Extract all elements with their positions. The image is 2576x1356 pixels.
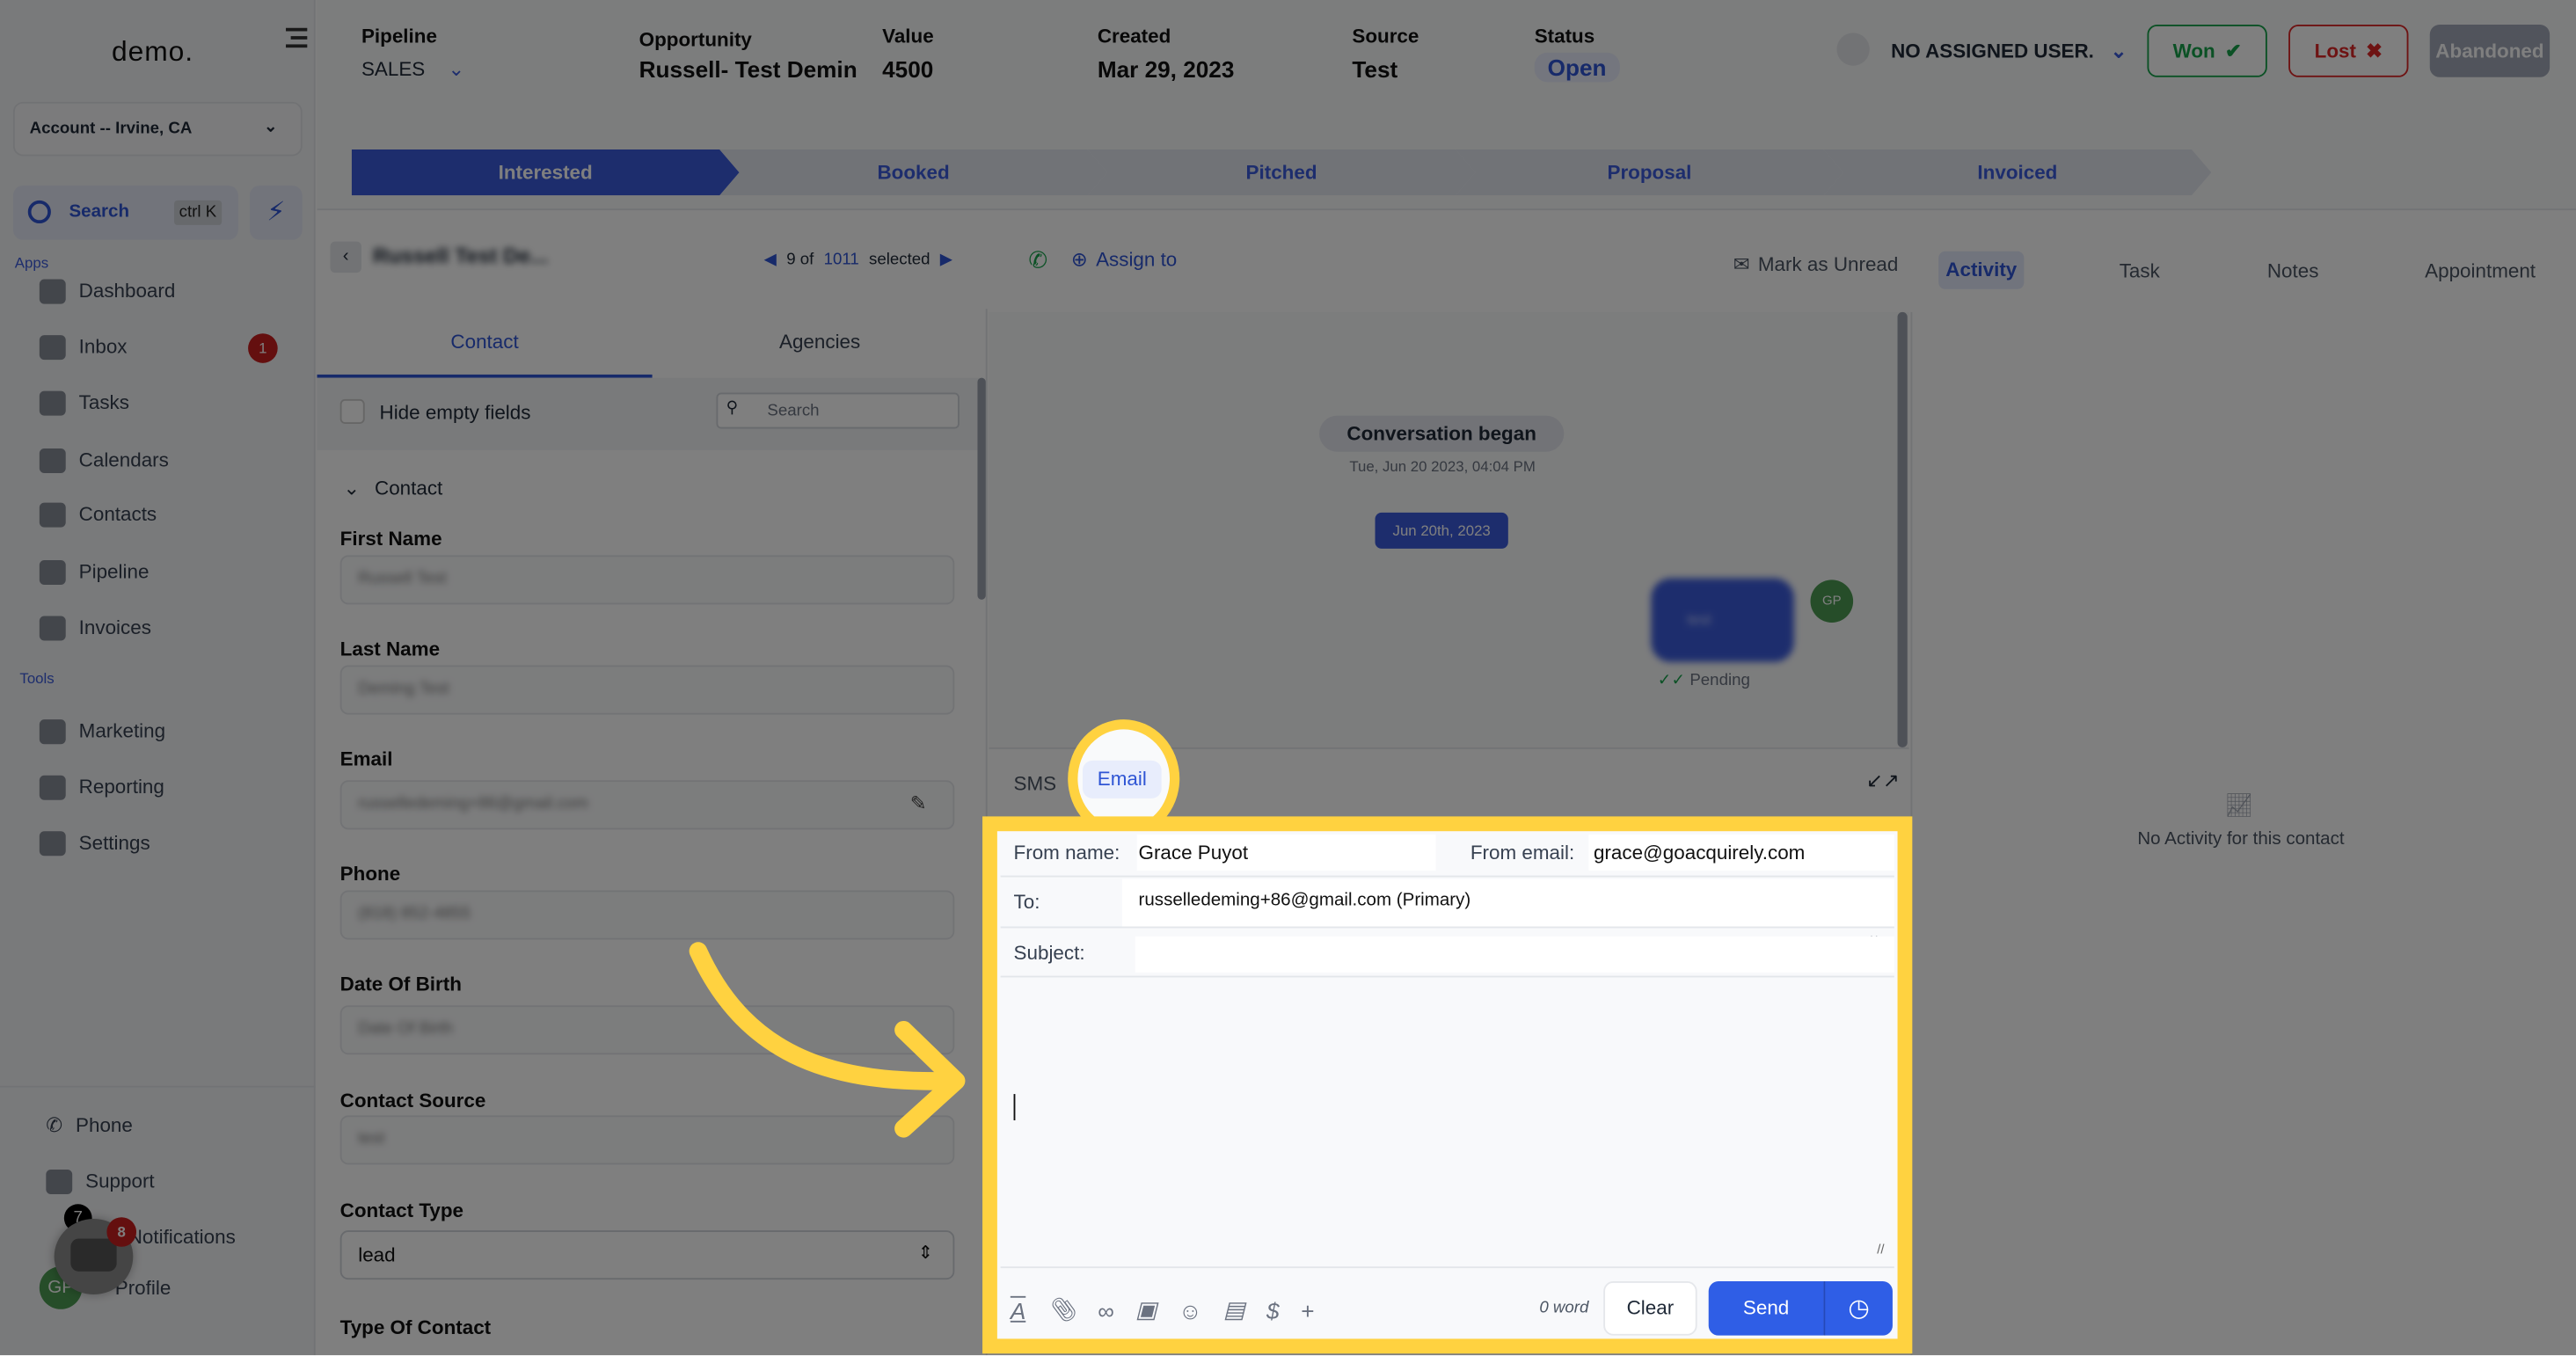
text-format-icon[interactable]: A <box>1011 1297 1025 1323</box>
clear-button[interactable]: Clear <box>1603 1281 1697 1336</box>
subject-label: Subject: <box>1013 941 1085 965</box>
send-button[interactable]: Send <box>1708 1281 1824 1336</box>
value: grace@goacquirely.com <box>1593 841 1806 864</box>
tab-email[interactable]: Email <box>1083 760 1162 798</box>
arrow-curve <box>689 942 962 1090</box>
to-input[interactable]: russelledeming+86@gmail.com (Primary) <box>1121 878 1894 927</box>
email-composer-highlight: From name: Grace Puyot From email: grace… <box>982 816 1913 1354</box>
value: russelledeming+86@gmail.com (Primary) <box>1138 890 1471 910</box>
emoji-icon[interactable]: ☺ <box>1179 1297 1202 1323</box>
format-toolbar: A 📎︎ ∞ ▣ ☺ ▤ $ + <box>1011 1296 1314 1324</box>
value: Grace Puyot <box>1138 841 1249 864</box>
from-name-input[interactable]: Grace Puyot <box>1136 834 1436 871</box>
template-icon[interactable]: ▤ <box>1223 1296 1245 1324</box>
word-count: 0 word <box>1539 1299 1589 1318</box>
dollar-icon[interactable]: $ <box>1266 1297 1280 1323</box>
link-icon[interactable]: ∞ <box>1098 1297 1114 1323</box>
schedule-send-button[interactable]: ◷ <box>1823 1281 1893 1336</box>
plus-icon[interactable]: + <box>1301 1297 1314 1323</box>
text-cursor <box>1013 1094 1016 1120</box>
email-composer: From name: Grace Puyot From email: grace… <box>996 831 1898 1339</box>
from-row: From name: Grace Puyot From email: grace… <box>1000 831 1894 878</box>
from-email-label: From email: <box>1470 841 1575 864</box>
annotation-arrow <box>689 942 966 1138</box>
to-label: To: <box>1013 890 1040 914</box>
from-email-input[interactable]: grace@goacquirely.com <box>1588 834 1894 871</box>
clock-icon: ◷ <box>1848 1294 1870 1323</box>
image-icon[interactable]: ▣ <box>1135 1296 1157 1324</box>
to-row: To: russelledeming+86@gmail.com (Primary… <box>1000 878 1894 929</box>
from-name-label: From name: <box>1013 841 1120 864</box>
paperclip-icon[interactable]: 📎︎ <box>1047 1296 1076 1324</box>
subject-input[interactable] <box>1135 936 1894 973</box>
email-body-editor[interactable]: // <box>1000 979 1894 1269</box>
resize-handle-icon[interactable]: // <box>1877 1242 1884 1257</box>
subject-row: Subject: <box>1000 930 1894 978</box>
